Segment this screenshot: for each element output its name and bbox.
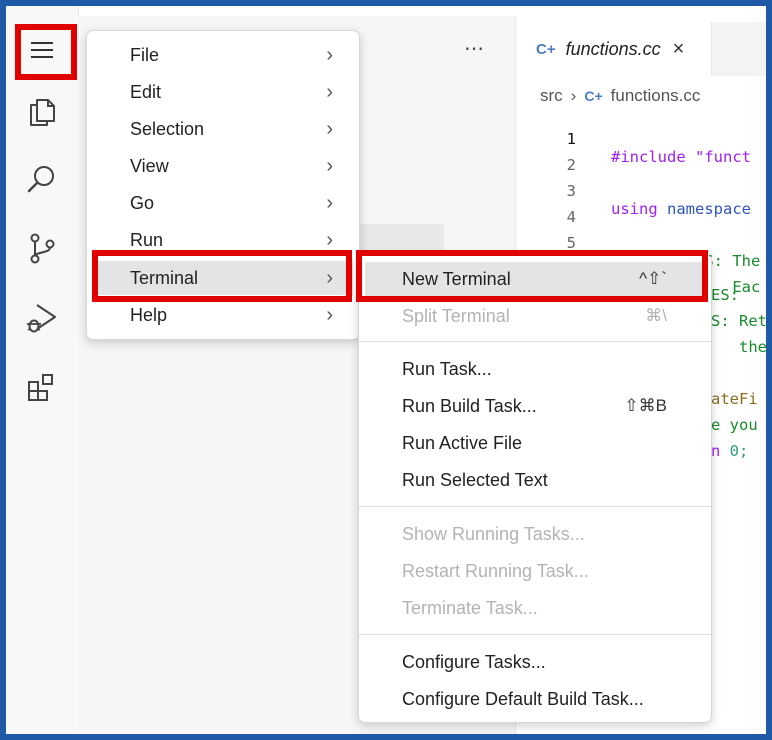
menu-item-label: Selection — [130, 118, 205, 139]
submenu-item-run-build-task[interactable]: Run Build Task... ⇧⌘B — [365, 389, 705, 423]
submenu-item-label: Run Active File — [402, 432, 523, 453]
submenu-item-configure-default-build-task[interactable]: Configure Default Build Task... — [365, 682, 705, 716]
tab-label: functions.cc — [565, 38, 661, 59]
menu-item-label: Help — [130, 304, 168, 325]
files-icon — [30, 99, 55, 126]
submenu-item-label: Run Selected Text — [402, 469, 548, 490]
extensions-button[interactable] — [16, 362, 68, 414]
menu-item-label: Run — [130, 229, 164, 250]
extensions-icon — [28, 374, 53, 401]
close-icon[interactable]: × — [673, 38, 685, 61]
chevron-right-icon: › — [326, 154, 333, 177]
menu-item-file[interactable]: File › — [93, 38, 353, 72]
menu-item-run[interactable]: Run › — [93, 223, 353, 257]
submenu-item-new-terminal[interactable]: New Terminal ^⇧` — [365, 262, 705, 296]
menu-item-help[interactable]: Help › — [93, 298, 353, 332]
sidebar-more-actions-button[interactable]: ⋯ — [464, 36, 485, 61]
code-text: n 0; — [711, 442, 748, 460]
breadcrumb-file[interactable]: functions.cc — [611, 86, 701, 106]
run-debug-icon — [27, 304, 56, 333]
terminal-submenu: New Terminal ^⇧` Split Terminal ⌘\ Run T… — [358, 254, 712, 723]
cpp-file-icon: C+ — [584, 88, 603, 104]
code-line: 1 #include "funct — [516, 112, 751, 166]
menu-separator — [359, 506, 711, 507]
menu-separator — [359, 341, 711, 342]
code-keyword: n — [711, 442, 721, 460]
chevron-right-icon: › — [326, 266, 333, 289]
chevron-right-icon: › — [326, 80, 333, 103]
submenu-item-label: Run Task... — [402, 358, 492, 379]
menu-item-label: File — [130, 44, 160, 65]
app-window: ⋯ C+ functions.cc × src › C+ functions.c… — [0, 0, 772, 740]
submenu-item-label: Split Terminal — [402, 305, 510, 326]
code-text: using namespace — [611, 200, 751, 218]
menu-item-edit[interactable]: Edit › — [93, 75, 353, 109]
submenu-item-terminate-task: Terminate Task... — [365, 591, 705, 625]
submenu-item-label: Configure Default Build Task... — [402, 688, 644, 709]
code-comment: e you — [711, 416, 758, 434]
cpp-file-icon: C+ — [536, 40, 556, 58]
keyboard-shortcut: ⌘\ — [645, 306, 667, 325]
chevron-right-icon: › — [326, 191, 333, 214]
submenu-item-configure-tasks[interactable]: Configure Tasks... — [365, 645, 705, 679]
code-text: #include "funct — [611, 148, 751, 166]
code-line: 2 — [516, 138, 591, 174]
source-control-icon — [30, 233, 55, 264]
breadcrumb: src › C+ functions.cc — [540, 86, 700, 106]
submenu-item-run-active-file[interactable]: Run Active File — [365, 426, 705, 460]
search-button[interactable] — [16, 154, 68, 206]
breadcrumb-folder[interactable]: src — [540, 86, 563, 106]
title-bar — [6, 6, 766, 16]
code-keyword: namespace — [657, 200, 751, 218]
submenu-item-split-terminal: Split Terminal ⌘\ — [365, 299, 705, 333]
code-comment: ES: — [711, 286, 739, 304]
code-line: 4 — [516, 190, 591, 226]
submenu-item-label: Run Build Task... — [402, 395, 537, 416]
submenu-item-label: Configure Tasks... — [402, 651, 546, 672]
chevron-right-icon: › — [326, 303, 333, 326]
hamburger-menu-button[interactable] — [16, 24, 68, 76]
chevron-right-icon: › — [570, 86, 577, 105]
code-comment: the — [711, 338, 767, 356]
activity-bar — [6, 6, 79, 734]
tab-bar — [711, 22, 766, 76]
submenu-item-label: Terminate Task... — [402, 597, 538, 618]
code-comment: S: Ret — [711, 312, 767, 330]
submenu-item-label: Restart Running Task... — [402, 560, 589, 581]
submenu-item-label: Show Running Tasks... — [402, 523, 585, 544]
code-keyword: using — [611, 200, 658, 218]
menu-separator — [359, 634, 711, 635]
application-menu: File › Edit › Selection › View › Go › Ru… — [86, 30, 360, 340]
submenu-item-label: New Terminal — [402, 268, 511, 289]
run-debug-button[interactable] — [16, 292, 68, 344]
explorer-button[interactable] — [16, 86, 68, 138]
keyboard-shortcut: ⇧⌘B — [624, 396, 667, 415]
menu-item-label: Terminal — [130, 267, 199, 288]
menu-item-go[interactable]: Go › — [93, 186, 353, 220]
submenu-item-run-task[interactable]: Run Task... — [365, 352, 705, 386]
menu-item-label: Edit — [130, 81, 162, 102]
code-line: 3 using namespace — [516, 164, 751, 218]
code-text: ateFi — [711, 390, 758, 408]
keyboard-shortcut: ^⇧` — [639, 269, 667, 288]
source-control-button[interactable] — [16, 222, 68, 274]
hamburger-icon — [31, 42, 53, 58]
search-icon — [27, 166, 54, 193]
menu-item-selection[interactable]: Selection › — [93, 112, 353, 146]
chevron-right-icon: › — [326, 228, 333, 251]
chevron-right-icon: › — [326, 117, 333, 140]
code-number: 0; — [720, 442, 749, 460]
submenu-item-show-running-tasks: Show Running Tasks... — [365, 517, 705, 551]
menu-item-view[interactable]: View › — [93, 149, 353, 183]
menu-item-label: Go — [130, 192, 155, 213]
tab-functions-cc[interactable]: C+ functions.cc × — [516, 22, 712, 76]
code-line: 5 // REQUIRES: The — [516, 216, 761, 270]
menu-item-label: View — [130, 155, 169, 176]
submenu-item-restart-running-task: Restart Running Task... — [365, 554, 705, 588]
submenu-item-run-selected-text[interactable]: Run Selected Text — [365, 463, 705, 497]
menu-item-terminal[interactable]: Terminal › — [93, 261, 353, 295]
chevron-right-icon: › — [326, 43, 333, 66]
